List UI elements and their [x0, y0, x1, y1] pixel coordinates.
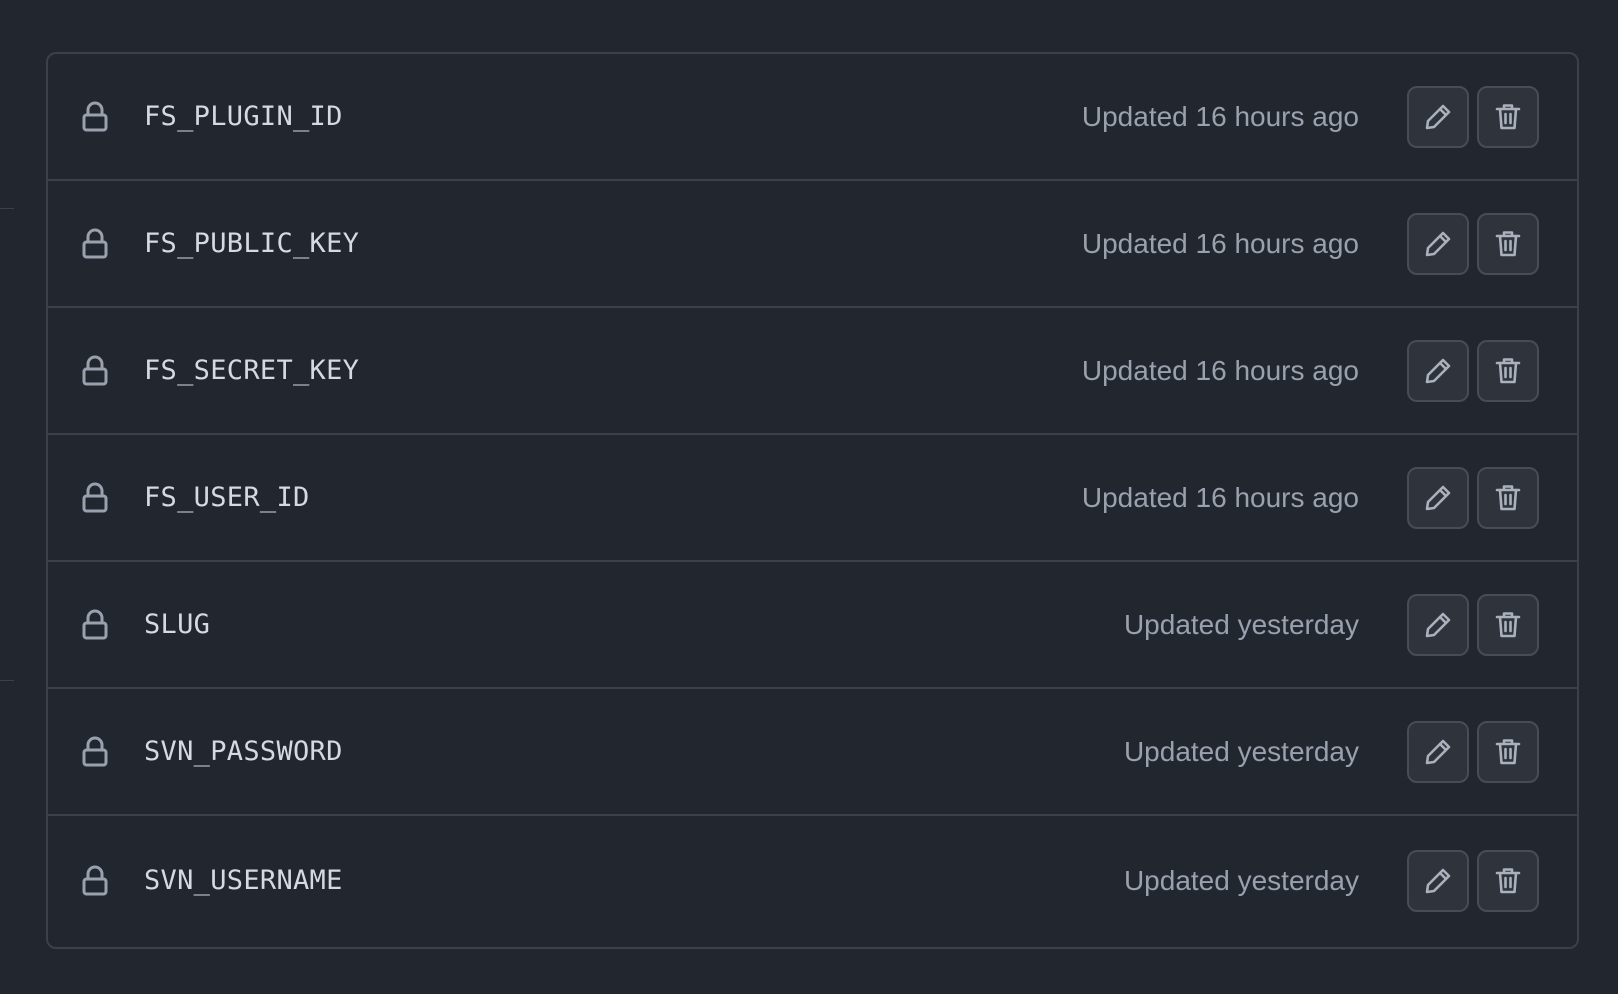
secret-name: SVN_USERNAME — [144, 865, 343, 896]
secret-updated-time: Updated 16 hours ago — [1081, 354, 1359, 386]
secret-name: FS_PUBLIC_KEY — [144, 228, 360, 259]
secret-updated-time: Updated yesterday — [1123, 735, 1359, 767]
edge-divider-top — [0, 208, 14, 209]
lock-icon — [82, 482, 108, 514]
secret-row: SVN_PASSWORD Updated yesterday — [48, 689, 1577, 816]
delete-secret-button[interactable] — [1477, 466, 1539, 529]
secret-name: FS_USER_ID — [144, 482, 310, 513]
secret-row: SVN_USERNAME Updated yesterday — [48, 816, 1577, 945]
lock-icon — [82, 865, 108, 897]
secret-updated-time: Updated 16 hours ago — [1081, 227, 1359, 259]
secret-updated-time: Updated yesterday — [1123, 864, 1359, 896]
trash-icon — [1493, 356, 1523, 386]
secret-name: SVN_PASSWORD — [144, 736, 343, 767]
edge-divider-bottom — [0, 680, 14, 681]
secret-updated-time: Updated 16 hours ago — [1081, 481, 1359, 513]
edit-secret-button[interactable] — [1407, 212, 1469, 275]
secret-row: FS_SECRET_KEY Updated 16 hours ago — [48, 308, 1577, 435]
secret-name: FS_SECRET_KEY — [144, 355, 360, 386]
lock-icon — [82, 609, 108, 641]
secret-row: SLUG Updated yesterday — [48, 562, 1577, 689]
trash-icon — [1493, 102, 1523, 132]
secret-row: FS_PUBLIC_KEY Updated 16 hours ago — [48, 181, 1577, 308]
pencil-icon — [1423, 737, 1453, 767]
delete-secret-button[interactable] — [1477, 849, 1539, 912]
trash-icon — [1493, 229, 1523, 259]
pencil-icon — [1423, 610, 1453, 640]
delete-secret-button[interactable] — [1477, 593, 1539, 656]
edit-secret-button[interactable] — [1407, 593, 1469, 656]
secret-row: FS_USER_ID Updated 16 hours ago — [48, 435, 1577, 562]
pencil-icon — [1423, 483, 1453, 513]
edit-secret-button[interactable] — [1407, 466, 1469, 529]
secret-row: FS_PLUGIN_ID Updated 16 hours ago — [48, 54, 1577, 181]
lock-icon — [82, 228, 108, 260]
delete-secret-button[interactable] — [1477, 212, 1539, 275]
secret-name: SLUG — [144, 609, 211, 640]
lock-icon — [82, 355, 108, 387]
pencil-icon — [1423, 102, 1453, 132]
trash-icon — [1493, 737, 1523, 767]
secret-updated-time: Updated yesterday — [1123, 608, 1359, 640]
trash-icon — [1493, 866, 1523, 896]
edit-secret-button[interactable] — [1407, 339, 1469, 402]
lock-icon — [82, 736, 108, 768]
pencil-icon — [1423, 356, 1453, 386]
delete-secret-button[interactable] — [1477, 85, 1539, 148]
delete-secret-button[interactable] — [1477, 339, 1539, 402]
trash-icon — [1493, 610, 1523, 640]
edit-secret-button[interactable] — [1407, 720, 1469, 783]
trash-icon — [1493, 483, 1523, 513]
pencil-icon — [1423, 229, 1453, 259]
pencil-icon — [1423, 866, 1453, 896]
secret-updated-time: Updated 16 hours ago — [1081, 100, 1359, 132]
edit-secret-button[interactable] — [1407, 849, 1469, 912]
repository-secrets-list: FS_PLUGIN_ID Updated 16 hours ago FS_PUB… — [46, 52, 1579, 949]
edit-secret-button[interactable] — [1407, 85, 1469, 148]
delete-secret-button[interactable] — [1477, 720, 1539, 783]
secret-name: FS_PLUGIN_ID — [144, 101, 343, 132]
lock-icon — [82, 101, 108, 133]
